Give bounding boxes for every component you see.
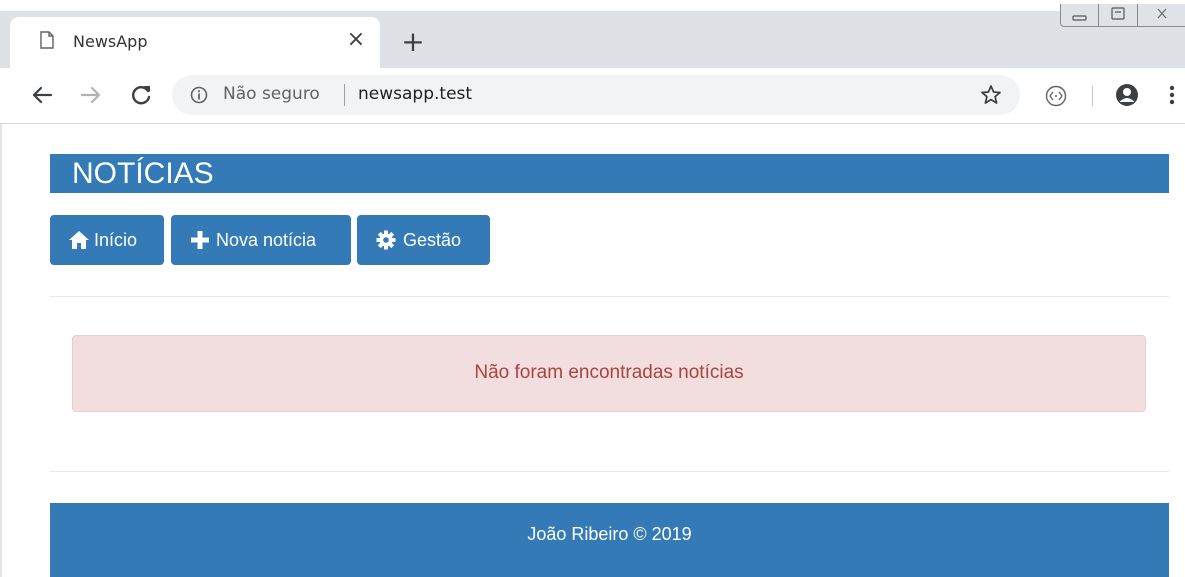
page-viewport: NOTÍCIAS Início Nova notícia Gestão Não … <box>0 124 1185 577</box>
bookmark-star-icon[interactable] <box>979 83 1003 107</box>
minimize-button[interactable] <box>1060 4 1099 27</box>
empty-news-alert: Não foram encontradas notícias <box>72 335 1146 412</box>
bottom-divider <box>50 471 1169 472</box>
viewport-edge <box>0 124 2 577</box>
manage-button-label: Gestão <box>403 230 462 250</box>
back-arrow-icon[interactable] <box>27 80 57 110</box>
plus-icon <box>191 231 209 249</box>
top-divider <box>50 296 1169 297</box>
tab-close-button[interactable]: × <box>343 27 369 53</box>
url-text[interactable]: newsapp.test <box>358 84 472 104</box>
footer-copyright: João Ribeiro © 2019 <box>527 524 692 544</box>
security-status[interactable]: Não seguro <box>223 84 320 104</box>
new-tab-button[interactable]: + <box>398 27 428 57</box>
address-divider <box>344 84 345 106</box>
maximize-icon <box>1111 7 1125 20</box>
browser-toolbar: Não seguro newsapp.test <box>0 68 1185 124</box>
address-bar[interactable]: Não seguro newsapp.test <box>172 75 1020 115</box>
browser-titlebar: NewsApp × + <box>0 0 1185 68</box>
maximize-button[interactable] <box>1098 4 1138 27</box>
titlebar-top-strip <box>0 0 1185 11</box>
gear-icon <box>376 230 396 250</box>
page-header: NOTÍCIAS <box>50 154 1169 193</box>
manage-button[interactable]: Gestão <box>357 215 490 265</box>
window-controls <box>1060 0 1185 32</box>
minimize-icon <box>1072 15 1087 21</box>
browser-tab[interactable]: NewsApp × <box>10 17 380 68</box>
kebab-menu-icon[interactable] <box>1166 82 1178 108</box>
home-button-label: Início <box>94 230 138 250</box>
tab-title: NewsApp <box>73 32 148 51</box>
close-window-icon <box>1157 8 1167 19</box>
alert-message: Não foram encontradas notícias <box>474 362 744 383</box>
page-title: NOTÍCIAS <box>72 157 214 190</box>
new-news-button[interactable]: Nova notícia <box>171 215 351 265</box>
reload-icon[interactable] <box>126 80 156 110</box>
profile-avatar-icon[interactable] <box>1114 82 1140 108</box>
home-icon <box>69 231 89 249</box>
new-news-button-label: Nova notícia <box>216 230 317 250</box>
home-button[interactable]: Início <box>50 215 164 265</box>
page-icon <box>40 31 54 49</box>
page-footer: João Ribeiro © 2019 <box>50 503 1169 577</box>
close-window-button[interactable] <box>1137 4 1185 27</box>
info-icon[interactable] <box>190 86 208 104</box>
forward-arrow-icon[interactable] <box>76 80 106 110</box>
extension-icon[interactable] <box>1044 85 1068 107</box>
toolbar-divider <box>1092 86 1093 106</box>
